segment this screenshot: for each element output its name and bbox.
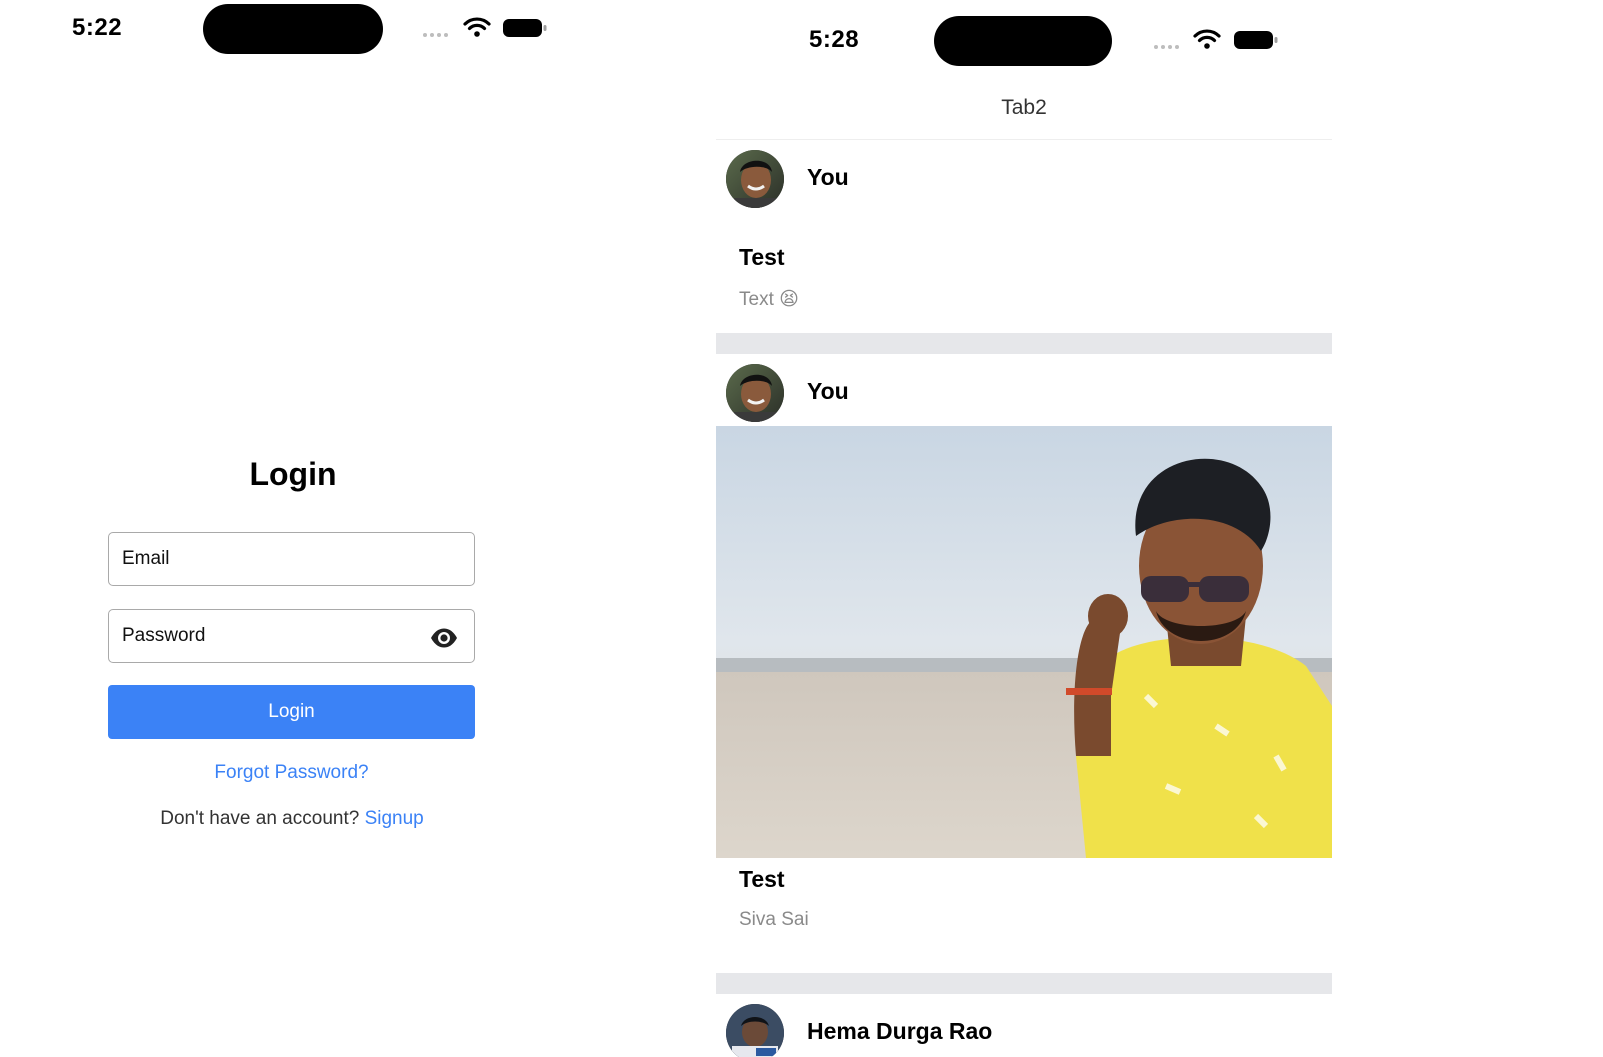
avatar[interactable] [726, 1004, 784, 1057]
avatar-photo [726, 150, 784, 208]
author-name: You [807, 378, 849, 404]
avatar-photo [726, 1004, 784, 1057]
signup-link[interactable]: Signup [365, 808, 424, 829]
cellular-signal-icon [1154, 45, 1179, 49]
login-screen: 5:22 Login Login Forgot Password? Don't … [0, 0, 600, 1057]
post-subtitle: Siva Sai [739, 909, 809, 930]
avatar[interactable] [726, 150, 784, 208]
email-field-container [108, 532, 475, 586]
signup-row: Don't have an account? Signup [60, 808, 524, 830]
feed-screen: 5:28 Tab2 You Test Text 😫 You Test Siva … [716, 0, 1332, 1057]
eye-icon[interactable] [430, 627, 458, 649]
post-author-row[interactable]: You [716, 364, 1332, 424]
post-title: Test [739, 244, 785, 270]
feed-header-title: Tab2 [716, 96, 1332, 140]
login-title: Login [249, 456, 337, 492]
signup-prompt: Don't have an account? [160, 808, 360, 829]
dynamic-island [934, 16, 1112, 66]
post-photo [716, 426, 1332, 858]
forgot-password-link[interactable]: Forgot Password? [108, 762, 475, 784]
battery-icon [503, 19, 547, 37]
battery-icon [1234, 31, 1278, 49]
password-input[interactable] [109, 610, 474, 662]
post-title: Test [739, 866, 785, 892]
author-name: You [807, 164, 849, 190]
status-time: 5:28 [809, 26, 860, 53]
cellular-signal-icon [423, 33, 448, 37]
author-name: Hema Durga Rao [807, 1018, 993, 1044]
status-time: 5:22 [72, 14, 123, 41]
post-divider [716, 973, 1332, 994]
post-author-row[interactable]: Hema Durga Rao [716, 1004, 1332, 1057]
email-input[interactable] [109, 533, 474, 585]
post-image[interactable] [716, 426, 1332, 858]
login-button[interactable]: Login [108, 685, 475, 739]
wifi-icon [463, 17, 491, 37]
post-author-row[interactable]: You [716, 150, 1332, 210]
post-subtitle: Text 😫 [739, 289, 799, 310]
wifi-icon [1193, 29, 1221, 49]
password-field-container [108, 609, 475, 663]
post-divider [716, 333, 1332, 354]
avatar-photo [726, 364, 784, 422]
avatar[interactable] [726, 364, 784, 422]
dynamic-island [203, 4, 383, 54]
